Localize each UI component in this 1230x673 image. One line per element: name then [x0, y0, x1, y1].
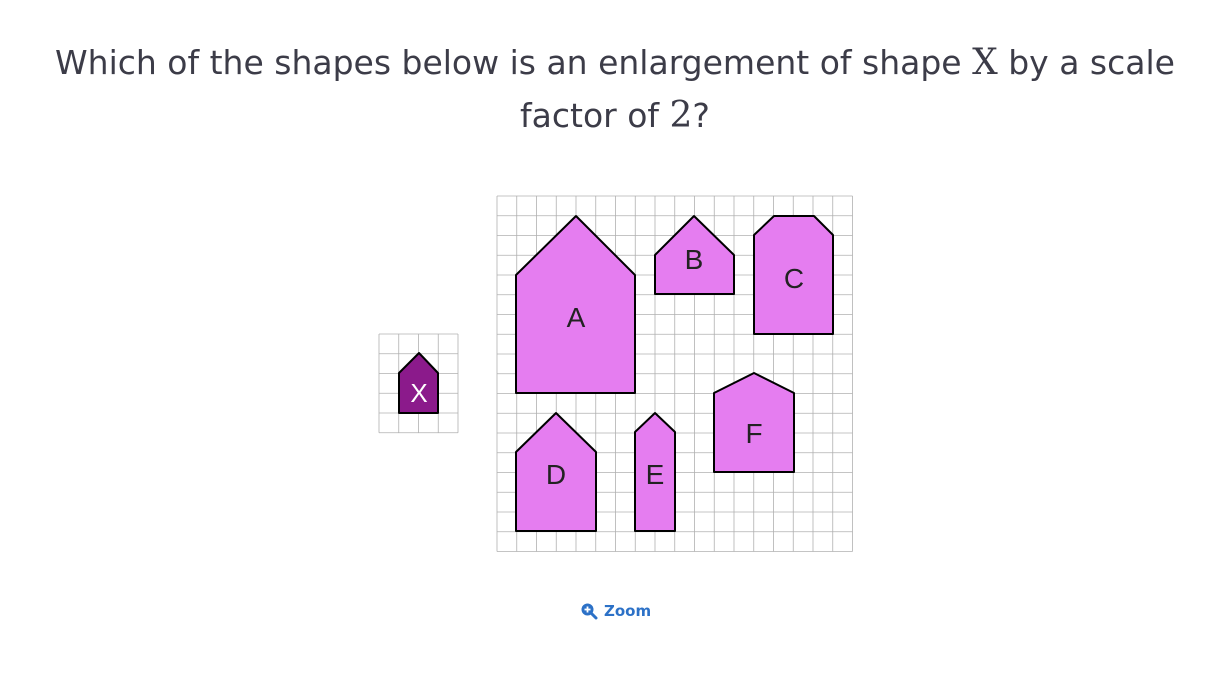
shape-e-label: E — [646, 459, 665, 490]
zoom-button[interactable]: Zoom — [580, 600, 651, 622]
shape-d-label: D — [546, 459, 566, 490]
zoom-label: Zoom — [604, 602, 652, 620]
shape-a-label: A — [567, 302, 586, 333]
zoom-in-icon — [580, 602, 598, 620]
shape-b-label: B — [685, 244, 704, 275]
shape-c-label: C — [784, 263, 804, 294]
reference-shape-label: X — [410, 378, 427, 408]
shapes-figure: X A B C D E F — [378, 195, 853, 552]
shape-f-label: F — [745, 418, 762, 449]
